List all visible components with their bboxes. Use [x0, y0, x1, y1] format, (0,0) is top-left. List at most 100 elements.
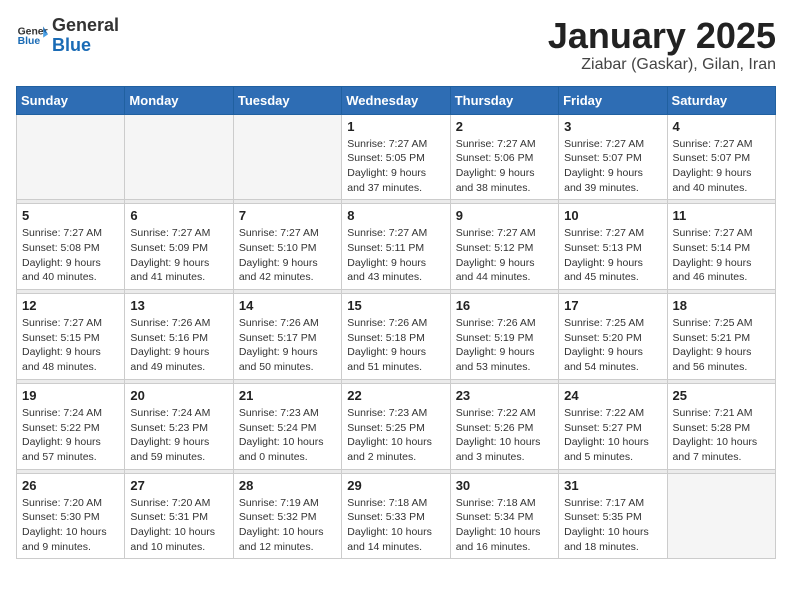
calendar-day: 20Sunrise: 7:24 AMSunset: 5:23 PMDayligh… — [125, 383, 233, 469]
sunrise-label: Sunrise: 7:20 AM — [130, 497, 210, 509]
day-info: Sunrise: 7:26 AMSunset: 5:17 PMDaylight:… — [239, 316, 336, 375]
logo-general-text: General — [52, 16, 119, 36]
day-info: Sunrise: 7:22 AMSunset: 5:26 PMDaylight:… — [456, 406, 553, 465]
day-number: 14 — [239, 298, 336, 313]
calendar-day: 3Sunrise: 7:27 AMSunset: 5:07 PMDaylight… — [559, 114, 667, 200]
sunset-label: Sunset: 5:32 PM — [239, 511, 317, 523]
calendar-title: January 2025 — [548, 16, 776, 56]
sunrise-label: Sunrise: 7:27 AM — [673, 138, 753, 150]
daylight-label: Daylight: 9 hours and 39 minutes. — [564, 167, 643, 194]
day-number: 19 — [22, 388, 119, 403]
calendar-day — [233, 114, 341, 200]
day-info: Sunrise: 7:27 AM Sunset: 5:11 PM Daylight:… — [347, 226, 444, 285]
day-number: 24 — [564, 388, 661, 403]
day-number: 23 — [456, 388, 553, 403]
day-info: Sunrise: 7:22 AMSunset: 5:27 PMDaylight:… — [564, 406, 661, 465]
sunrise-label: Sunrise: 7:26 AM — [347, 317, 427, 329]
calendar-day: 13Sunrise: 7:26 AMSunset: 5:16 PMDayligh… — [125, 294, 233, 380]
day-number: 29 — [347, 478, 444, 493]
col-tuesday: Tuesday — [233, 86, 341, 114]
sunset-label: Sunset: 5:35 PM — [564, 511, 642, 523]
day-info: Sunrise: 7:25 AMSunset: 5:21 PMDaylight:… — [673, 316, 770, 375]
daylight-label: Daylight: 9 hours and 51 minutes. — [347, 346, 426, 373]
daylight-label: Daylight: 9 hours and 48 minutes. — [22, 346, 101, 373]
sunset-label: Sunset: 5:09 PM — [130, 242, 208, 254]
sunrise-label: Sunrise: 7:24 AM — [22, 407, 102, 419]
calendar-day: 6Sunrise: 7:27 AMSunset: 5:09 PMDaylight… — [125, 204, 233, 290]
calendar-day: 9Sunrise: 7:27 AMSunset: 5:12 PMDaylight… — [450, 204, 558, 290]
sunset-label: Sunset: 5:07 PM — [564, 152, 642, 164]
daylight-label: Daylight: 9 hours and 43 minutes. — [347, 257, 426, 284]
day-number: 8 — [347, 208, 444, 223]
daylight-label: Daylight: 9 hours and 44 minutes. — [456, 257, 535, 284]
sunrise-label: Sunrise: 7:24 AM — [130, 407, 210, 419]
sunset-label: Sunset: 5:06 PM — [456, 152, 534, 164]
sunset-label: Sunset: 5:13 PM — [564, 242, 642, 254]
day-number: 17 — [564, 298, 661, 313]
day-number: 30 — [456, 478, 553, 493]
daylight-label: Daylight: 10 hours and 16 minutes. — [456, 526, 541, 553]
sunset-label: Sunset: 5:18 PM — [347, 332, 425, 344]
daylight-label: Daylight: 10 hours and 9 minutes. — [22, 526, 107, 553]
calendar-day: 29Sunrise: 7:18 AMSunset: 5:33 PMDayligh… — [342, 473, 450, 559]
sunset-label: Sunset: 5:17 PM — [239, 332, 317, 344]
calendar-day: 17 Sunrise: 7:25 AMSunset: 5:20 PMDayligh… — [559, 294, 667, 380]
calendar-day: 21Sunrise: 7:23 AMSunset: 5:24 PMDayligh… — [233, 383, 341, 469]
day-info: Sunrise: 7:19 AMSunset: 5:32 PMDaylight:… — [239, 496, 336, 555]
col-monday: Monday — [125, 86, 233, 114]
sunset-label: Sunset: 5:24 PM — [239, 422, 317, 434]
sunrise-label: Sunrise: 7:27 AM — [564, 138, 644, 150]
sunset-label: Sunset: 5:14 PM — [673, 242, 751, 254]
calendar-day: 7Sunrise: 7:27 AMSunset: 5:10 PMDaylight… — [233, 204, 341, 290]
day-info: Sunrise: 7:25 AMSunset: 5:20 PMDaylight:… — [564, 316, 661, 375]
day-info: Sunrise: 7:26 AMSunset: 5:16 PMDaylight:… — [130, 316, 227, 375]
calendar-week-5: 26Sunrise: 7:20 AMSunset: 5:30 PMDayligh… — [17, 473, 776, 559]
day-info: Sunrise: 7:23 AMSunset: 5:25 PMDaylight:… — [347, 406, 444, 465]
day-info: Sunrise: 7:24 AMSunset: 5:22 PMDaylight:… — [22, 406, 119, 465]
daylight-label: Daylight: 10 hours and 10 minutes. — [130, 526, 215, 553]
sunrise-label: Sunrise: 7:23 AM — [347, 407, 427, 419]
day-info: Sunrise: 7:27 AMSunset: 5:06 PMDaylight:… — [456, 137, 553, 196]
col-friday: Friday — [559, 86, 667, 114]
calendar-day: 26Sunrise: 7:20 AMSunset: 5:30 PMDayligh… — [17, 473, 125, 559]
day-info: Sunrise: 7:23 AM Sunset: 5:24 PM Daylight:… — [239, 406, 336, 465]
daylight-label: Daylight: 9 hours and 50 minutes. — [239, 346, 318, 373]
calendar-day — [667, 473, 775, 559]
sunrise-label: Sunrise: 7:18 AM — [347, 497, 427, 509]
sunset-label: Sunset: 5:11 PM — [347, 242, 424, 254]
calendar-day: 28 Sunrise: 7:19 AMSunset: 5:32 PMDayligh… — [233, 473, 341, 559]
day-number: 1 — [347, 119, 444, 134]
day-number: 28 — [239, 478, 336, 493]
calendar-day: 4Sunrise: 7:27 AMSunset: 5:07 PMDaylight… — [667, 114, 775, 200]
day-number: 7 — [239, 208, 336, 223]
sunrise-label: Sunrise: 7:20 AM — [22, 497, 102, 509]
daylight-label: Daylight: 10 hours and 0 minutes. — [239, 436, 324, 463]
logo-icon: General Blue — [16, 20, 48, 52]
sunset-label: Sunset: 5:21 PM — [673, 332, 751, 344]
daylight-label: Daylight: 9 hours and 41 minutes. — [130, 257, 209, 284]
sunset-label: Sunset: 5:08 PM — [22, 242, 100, 254]
calendar-week-4: 19 Sunrise: 7:24 AMSunset: 5:22 PMDayligh… — [17, 383, 776, 469]
day-info: Sunrise: 7:26 AMSunset: 5:19 PMDaylight:… — [456, 316, 553, 375]
svg-text:Blue: Blue — [18, 36, 41, 47]
sunset-label: Sunset: 5:16 PM — [130, 332, 208, 344]
sunrise-label: Sunrise: 7:27 AM — [347, 227, 427, 239]
sunrise-label: Sunrise: 7:17 AM — [564, 497, 644, 509]
sunset-label: Sunset: 5:07 PM — [673, 152, 751, 164]
day-number: 22 — [347, 388, 444, 403]
day-info: Sunrise: 7:27 AMSunset: 5:05 PMDaylight:… — [347, 137, 444, 196]
sunset-label: Sunset: 5:33 PM — [347, 511, 425, 523]
calendar-day: 5Sunrise: 7:27 AMSunset: 5:08 PMDaylight… — [17, 204, 125, 290]
page-header: General Blue General Blue January 2025 Z… — [16, 16, 776, 74]
calendar-day: 14 Sunrise: 7:26 AMSunset: 5:17 PMDayligh… — [233, 294, 341, 380]
sunrise-label: Sunrise: 7:23 AM — [239, 407, 319, 419]
sunset-label: Sunset: 5:23 PM — [130, 422, 208, 434]
day-info: Sunrise: 7:17 AM Sunset: 5:35 PM Daylight:… — [564, 496, 661, 555]
daylight-label: Daylight: 9 hours and 59 minutes. — [130, 436, 209, 463]
daylight-label: Daylight: 9 hours and 38 minutes. — [456, 167, 535, 194]
daylight-label: Daylight: 9 hours and 57 minutes. — [22, 436, 101, 463]
day-number: 31 — [564, 478, 661, 493]
day-number: 2 — [456, 119, 553, 134]
daylight-label: Daylight: 10 hours and 18 minutes. — [564, 526, 649, 553]
day-info: Sunrise: 7:27 AMSunset: 5:08 PMDaylight:… — [22, 226, 119, 285]
